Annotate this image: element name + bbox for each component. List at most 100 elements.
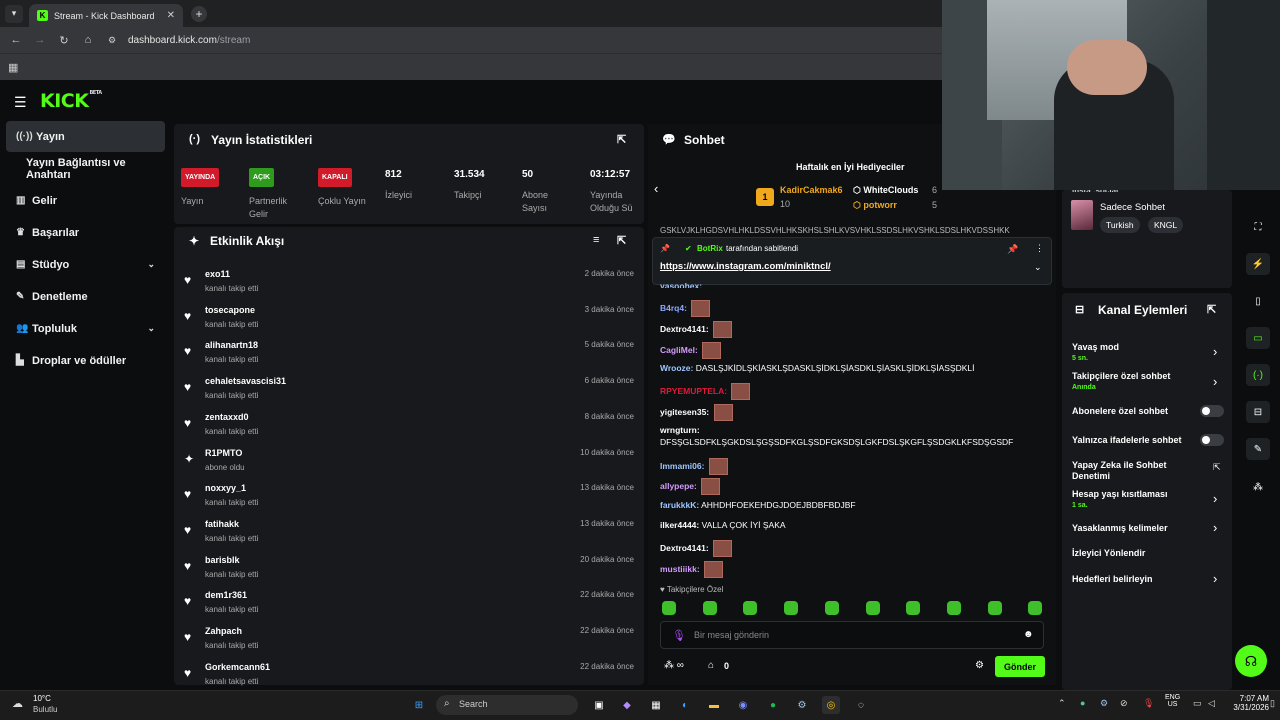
action-raid[interactable]: İzleyici Yönlendir [1072,548,1145,559]
popout-icon[interactable]: ⇱ [617,133,626,146]
event-username[interactable]: alihanartn18 [205,340,258,350]
event-row[interactable]: ♥ alihanartn18 kanalı takip etti 5 dakika ö… [184,339,634,373]
event-row[interactable]: ✦ R1PMTO abone oldu 10 dakika önce [184,447,634,481]
chevron-down-icon[interactable]: ⌄ [1034,262,1042,273]
sidebar-item-gelir[interactable]: ▥ Gelir [6,185,165,216]
event-row[interactable]: ♥ tosecapone kanalı takip etti 3 dakika önc… [184,304,634,338]
event-username[interactable]: R1PMTO [205,448,242,458]
emote-image[interactable] [713,404,733,421]
chat-username[interactable]: ilker4444: [660,520,699,530]
action-account-age[interactable]: Hesap yaşı kısıtlaması 1 sa. [1072,489,1168,511]
event-username[interactable]: tosecapone [205,305,255,315]
event-row[interactable]: ♥ fatihakk kanalı takip etti 13 dakika önce [184,518,634,552]
action-ai-moderation[interactable]: Yapay Zeka ile Sohbet Denetimi [1072,460,1182,482]
emote-image[interactable] [713,321,733,338]
site-info-icon[interactable]: ⚙ [100,35,124,46]
url-field[interactable]: dashboard.kick.com/stream [128,35,250,46]
copilot-icon[interactable]: ◆ [618,696,636,714]
chat-username[interactable]: yigitesen35: [660,407,709,417]
chat-username[interactable]: mustiiikk: [660,564,700,574]
send-button[interactable]: Gönder [995,656,1045,677]
back-icon[interactable]: ← [4,34,28,46]
settings-gear-icon[interactable]: ⚙ [975,660,984,671]
steam-icon[interactable]: ⚙ [793,696,811,714]
tray-network-icon[interactable]: ⊘ [1120,698,1128,709]
task-view-icon[interactable]: ▣ [590,696,608,714]
lightning-icon[interactable]: ⚡ [1246,253,1270,275]
tray-steam-icon[interactable]: ⚙ [1100,698,1108,709]
volume-icon[interactable]: ◁ [1208,698,1215,709]
new-tab-button[interactable]: + [191,5,207,22]
windows-start-icon[interactable]: ⊞ [410,696,428,714]
chat-username[interactable]: farukkkK: [660,500,699,510]
support-headset-icon[interactable]: ☊ [1235,645,1267,677]
chevron-left-icon[interactable]: ‹ [654,181,658,196]
file-explorer-icon[interactable]: ▬ [705,696,723,714]
document-icon[interactable]: ▯ [1246,290,1270,312]
chat-username[interactable]: Immami06: [660,461,704,471]
action-goals[interactable]: Hedefleri belirleyin [1072,574,1153,585]
sidebar-item-yayin[interactable]: ((·)) Yayın [6,121,165,152]
sidebar-item-stream-key[interactable]: Yayın Bağlantısı ve Anahtarı [26,153,172,184]
emote-button[interactable] [906,601,921,615]
discord-icon[interactable]: ◉ [734,696,752,714]
sidebar-item-basarilar[interactable]: ♛ Başarılar [6,217,165,248]
emote-image[interactable] [704,561,724,578]
spotify-icon[interactable]: ● [764,696,782,714]
broadcast-icon[interactable]: (·) [1246,364,1270,386]
chat-username[interactable]: Dextro4141: [660,324,709,334]
emote-button[interactable] [946,601,961,615]
chat-username[interactable]: allypepe: [660,481,697,491]
chevron-right-icon[interactable]: › [1213,491,1217,506]
chat-username[interactable]: B4rq4: [660,303,687,313]
event-username[interactable]: fatihakk [205,519,239,529]
microphone-icon[interactable]: 🎙 [672,629,686,642]
tray-chevron-icon[interactable]: ⌃ [1058,698,1066,709]
popout-icon[interactable]: ⇱ [617,234,626,247]
close-tab-icon[interactable]: ✕ [167,10,175,21]
chat-icon[interactable]: ▭ [1246,327,1270,349]
subs-only-toggle[interactable] [1200,405,1224,417]
language-indicator[interactable]: ENG US [1165,694,1180,708]
tray-app-icon[interactable]: ● [1080,698,1085,708]
kick-logo[interactable]: KICKBETA [40,90,102,112]
emoji-icon[interactable]: ☻ [1023,629,1034,640]
event-username[interactable]: noxxyy_1 [205,483,246,493]
notification-icon[interactable]: ▯ [1270,698,1275,709]
more-options-icon[interactable]: ⋮ [1035,243,1044,254]
hamburger-menu-icon[interactable]: ☰ [14,94,27,111]
top-gifter-name[interactable]: KadirCakmak6 [780,185,843,195]
expand-icon[interactable]: ⛶ [1246,216,1270,238]
event-row[interactable]: ♥ exo11 kanalı takip etti 2 dakika önce [184,268,634,302]
event-username[interactable]: zentaxxd0 [205,412,249,422]
chrome-icon[interactable]: ◎ [822,696,840,714]
action-slow-mode[interactable]: Yavaş mod 5 sn. [1072,342,1119,364]
chevron-right-icon[interactable]: › [1213,374,1217,389]
chat-username[interactable]: CagliMel: [660,345,698,355]
tag-chip[interactable]: Turkish [1100,217,1140,233]
emote-button[interactable] [987,601,1002,615]
home-icon[interactable]: ⌂ [76,34,100,46]
points-icon[interactable]: ⁂ ∞ [664,660,684,671]
forward-icon[interactable]: → [28,34,52,46]
event-username[interactable]: Zahpach [205,626,242,636]
reload-icon[interactable]: ↻ [52,34,76,47]
emote-button[interactable] [865,601,880,615]
chat-username[interactable]: Wrooze: [660,363,693,373]
gift-icon[interactable]: ⌂ [708,660,714,671]
emote-button[interactable] [702,601,717,615]
event-row[interactable]: ♥ dem1r361 kanalı takip etti 22 dakika önce [184,589,634,623]
emote-button[interactable] [824,601,839,615]
popout-icon[interactable]: ⇱ [1207,303,1216,316]
sidebar-item-denetleme[interactable]: ✎ Denetleme [6,281,165,312]
store-icon[interactable]: ▦ [647,696,665,714]
wrench-icon[interactable]: ✎ [1246,438,1270,460]
event-row[interactable]: ♥ zentaxxd0 kanalı takip etti 8 dakika önce [184,411,634,445]
chat-username[interactable]: Dextro4141: [660,543,709,553]
event-username[interactable]: Gorkemcann61 [205,662,270,672]
weather-temp[interactable]: 10°C [33,694,51,703]
obs-icon[interactable]: ◌ [852,696,870,714]
gifter-name[interactable]: ⬡ WhiteClouds [853,185,918,196]
chat-input-placeholder[interactable]: Bir mesaj gönderin [694,630,769,640]
taskbar-search[interactable] [436,695,578,715]
